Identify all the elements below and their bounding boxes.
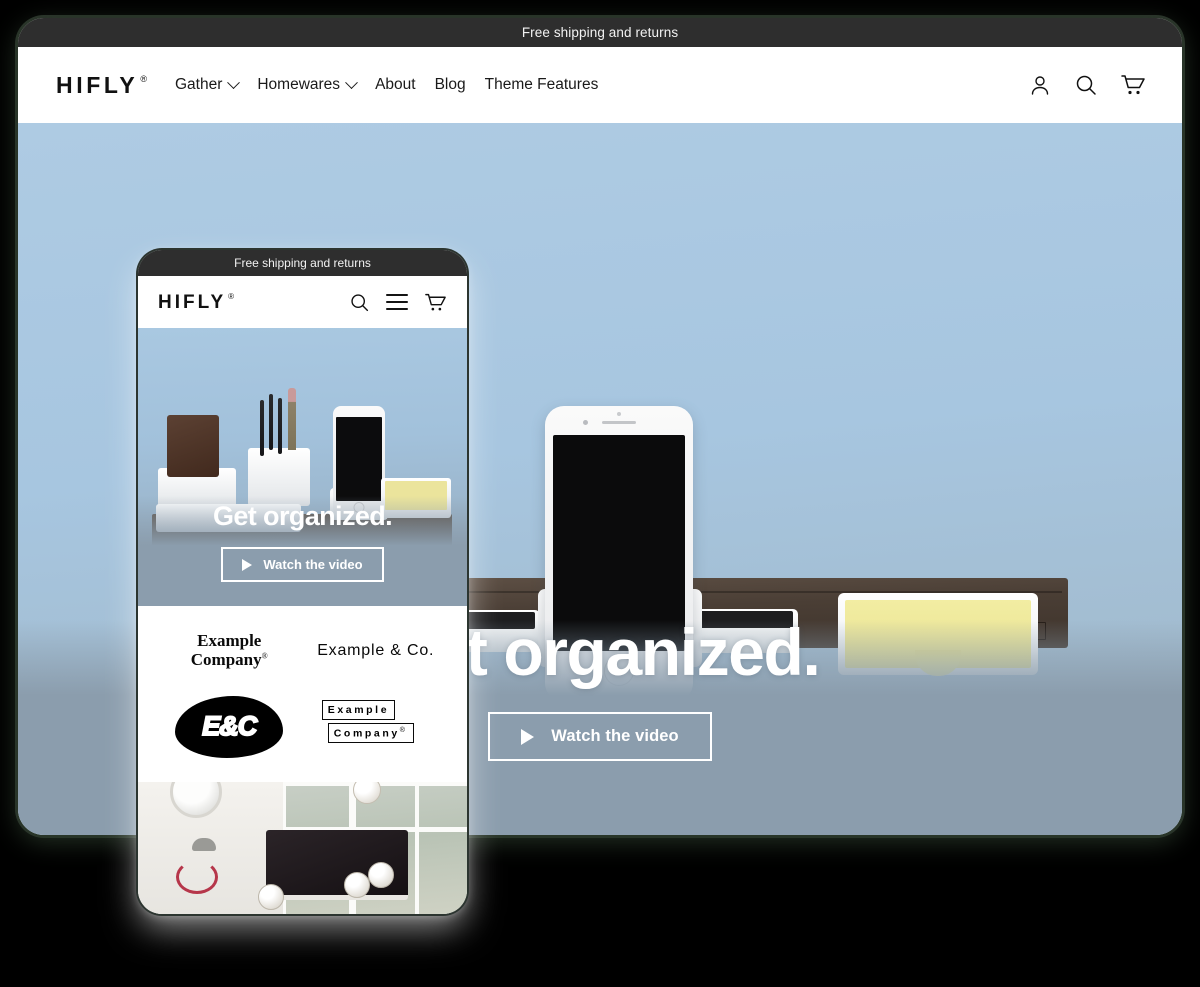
nav-label: Theme Features: [484, 76, 599, 93]
watch-video-button[interactable]: Watch the video: [488, 712, 712, 761]
search-icon[interactable]: [1074, 73, 1098, 97]
phone-sensor: [617, 412, 621, 416]
phone-camera: [583, 420, 588, 425]
account-icon[interactable]: [1028, 73, 1052, 97]
pen-prop: [269, 394, 273, 450]
site-logo[interactable]: HIFLY ®: [56, 71, 147, 98]
mobile-hero-section: Get organized. Watch the video: [138, 328, 467, 606]
brand-box-text: Company: [333, 727, 400, 740]
brand-logo-enc-blob: E&C: [175, 695, 284, 758]
cart-icon[interactable]: [424, 292, 447, 313]
search-icon[interactable]: [349, 292, 370, 313]
brand-line-2: Company: [190, 649, 262, 669]
glass-jar: [368, 862, 394, 888]
mobile-logo-text: HIFLY: [158, 291, 227, 313]
nav-label: Gather: [174, 76, 223, 93]
brand-logo-example-and-co: Example & Co.: [317, 641, 435, 659]
brand-line-1: Example: [197, 631, 262, 651]
phone-screen: [336, 417, 382, 501]
brand-logo-example-company-boxed: Example Company®: [321, 699, 430, 754]
mobile-lifestyle-photo: [138, 782, 467, 914]
logo-text: HIFLY: [56, 71, 139, 98]
wallet-prop: [167, 415, 219, 477]
main-navigation: Gather Homewares About Blog Theme Featur…: [174, 75, 599, 94]
mobile-icon-group: [349, 289, 447, 315]
announcement-text: Free shipping and returns: [521, 25, 679, 40]
menu-bar: [386, 301, 408, 303]
mobile-announcement-bar: Free shipping and returns: [138, 250, 467, 276]
announcement-bar: Free shipping and returns: [18, 18, 1182, 47]
mobile-announcement-text: Free shipping and returns: [234, 256, 371, 270]
mobile-header: HIFLY ®: [138, 276, 467, 328]
nav-item-gather[interactable]: Gather: [174, 75, 241, 94]
red-cord: [176, 860, 218, 894]
play-icon: [242, 558, 253, 571]
chevron-down-icon: [345, 75, 358, 89]
play-icon: [521, 728, 535, 745]
brand-blob-text: E&C: [201, 710, 258, 742]
nav-item-theme-features[interactable]: Theme Features: [485, 76, 599, 94]
pencil-prop: [288, 388, 296, 450]
nav-item-homewares[interactable]: Homewares: [257, 75, 358, 94]
mobile-logo-trademark: ®: [228, 291, 235, 301]
nav-item-about[interactable]: About: [375, 76, 416, 94]
mobile-site-logo[interactable]: HIFLY ®: [158, 291, 235, 313]
window-frame: [415, 782, 420, 914]
pen-prop: [278, 398, 282, 454]
site-header: HIFLY ® Gather Homewares About Blog Them…: [18, 47, 1182, 123]
brand-logo-grid: Example Company® Example & Co. E&C Examp…: [138, 606, 467, 782]
header-icon-group: [1028, 73, 1146, 97]
menu-bar: [386, 294, 408, 296]
nav-label: Blog: [434, 76, 466, 93]
brand-trademark: ®: [399, 726, 408, 734]
mobile-hero-title: Get organized.: [212, 501, 393, 531]
brand-box-line-2: Company®: [327, 722, 414, 744]
glass-jar: [258, 884, 284, 910]
cart-icon[interactable]: [1120, 73, 1146, 97]
mobile-watch-video-label: Watch the video: [263, 557, 363, 572]
mobile-device-mockup: Free shipping and returns HIFLY ® Get or…: [138, 250, 467, 914]
nav-item-blog[interactable]: Blog: [435, 76, 466, 94]
mobile-hero-content: Get organized. Watch the video: [138, 503, 467, 582]
phone-speaker: [602, 421, 636, 425]
watch-video-label: Watch the video: [551, 727, 679, 745]
glass-jar: [344, 872, 370, 898]
mobile-watch-video-button[interactable]: Watch the video: [221, 547, 384, 582]
brand-logo-example-company-serif: Example Company®: [190, 631, 268, 669]
brand-box-line-1: Example: [321, 699, 396, 720]
menu-icon[interactable]: [386, 289, 408, 315]
logo-trademark: ®: [140, 73, 147, 84]
desk-lamp: [192, 838, 216, 851]
pen-prop: [260, 400, 264, 456]
nav-label: Homewares: [257, 76, 341, 93]
brand-trademark: ®: [261, 651, 268, 661]
menu-bar: [386, 308, 408, 310]
chevron-down-icon: [227, 75, 241, 89]
nav-label: About: [375, 76, 416, 93]
